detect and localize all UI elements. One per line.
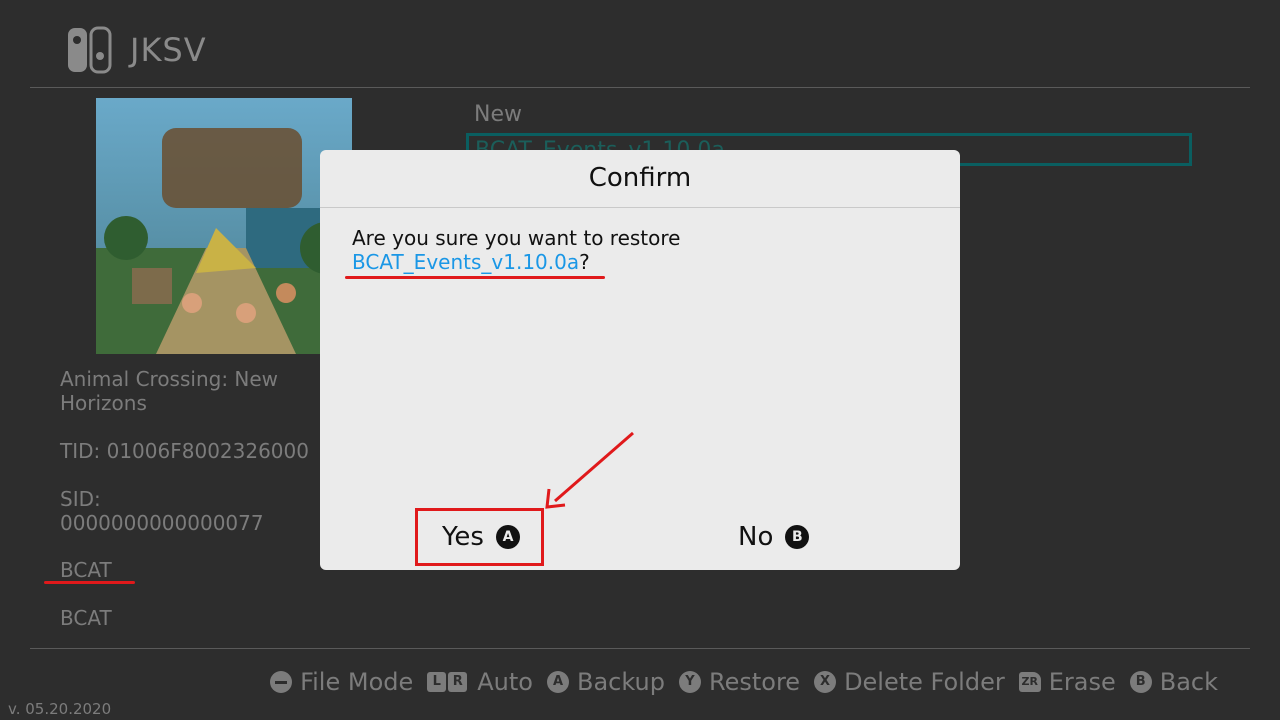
annotation-arrow-icon bbox=[545, 431, 634, 509]
jksv-screen: JKSV Animal Crossing: New Horizons TID: … bbox=[0, 0, 1280, 720]
hint-backup: A Backup bbox=[547, 668, 665, 696]
lr-buttons-icon: LR bbox=[427, 672, 469, 692]
hint-auto: LR Auto bbox=[427, 668, 533, 696]
hint-delete-folder: X Delete Folder bbox=[814, 668, 1005, 696]
footer-divider bbox=[30, 648, 1250, 649]
button-hint-bar: File Mode LR Auto A Backup Y Restore X D… bbox=[270, 668, 1218, 696]
hint-back-label: Back bbox=[1159, 668, 1218, 696]
hint-erase: ZR Erase bbox=[1018, 668, 1116, 696]
a-button-icon: A bbox=[547, 671, 569, 693]
hint-back: B Back bbox=[1129, 668, 1218, 696]
hint-file-mode-label: File Mode bbox=[300, 668, 414, 696]
hint-restore: Y Restore bbox=[678, 668, 801, 696]
hint-file-mode: File Mode bbox=[270, 668, 413, 696]
version-label: v. 05.20.2020 bbox=[8, 700, 112, 718]
hint-erase-label: Erase bbox=[1048, 668, 1116, 696]
x-button-icon: X bbox=[814, 671, 837, 693]
hint-backup-label: Backup bbox=[577, 668, 665, 696]
y-button-icon: Y bbox=[678, 671, 701, 693]
hint-delete-folder-label: Delete Folder bbox=[844, 668, 1005, 696]
minus-button-icon bbox=[270, 671, 293, 693]
zr-button-icon: ZR bbox=[1018, 672, 1041, 692]
hint-auto-label: Auto bbox=[477, 668, 533, 696]
hint-restore-label: Restore bbox=[708, 668, 801, 696]
b-button-icon: B bbox=[1129, 671, 1152, 693]
